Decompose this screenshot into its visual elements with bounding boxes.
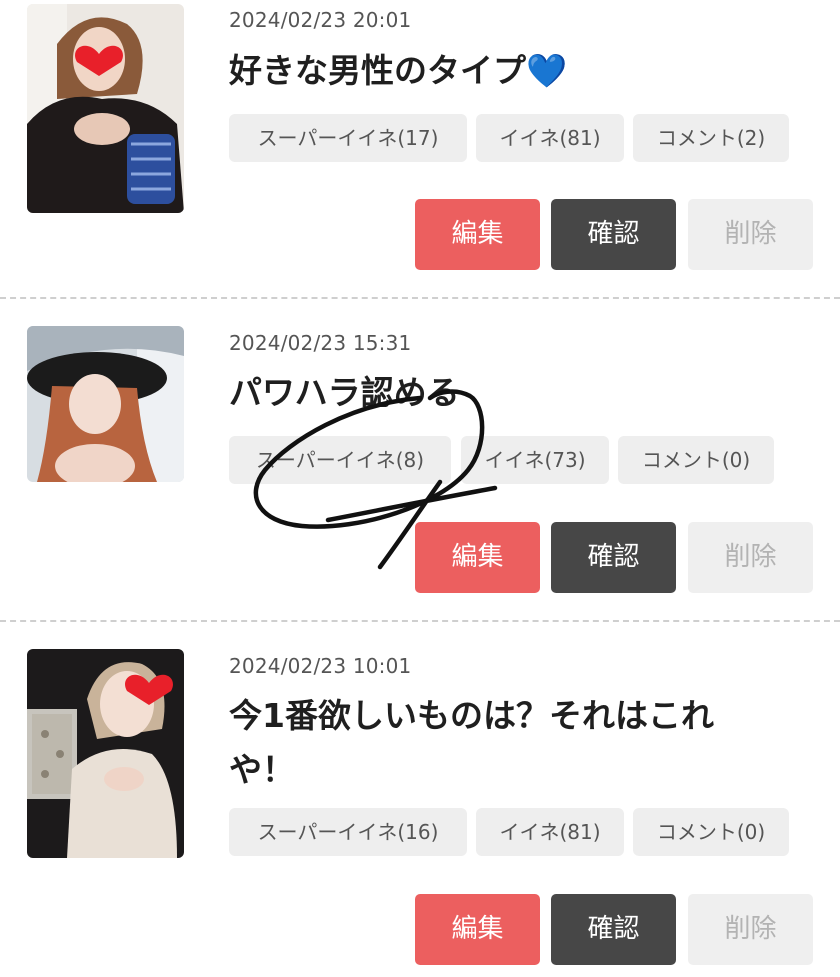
post-divider bbox=[0, 297, 840, 299]
post-date: 2024/02/23 10:01 bbox=[229, 654, 412, 678]
edit-button[interactable]: 編集 bbox=[415, 894, 540, 965]
confirm-button[interactable]: 確認 bbox=[551, 894, 676, 965]
post-title[interactable]: 好きな男性のタイプ💙 bbox=[229, 44, 789, 98]
comment-chip[interactable]: コメント(0) bbox=[618, 436, 774, 484]
edit-button[interactable]: 編集 bbox=[415, 522, 540, 593]
post-date: 2024/02/23 20:01 bbox=[229, 8, 412, 32]
post-thumbnail[interactable] bbox=[27, 4, 184, 213]
comment-chip[interactable]: コメント(0) bbox=[633, 808, 789, 856]
post-photo bbox=[27, 326, 184, 482]
post-title[interactable]: パワハラ認める bbox=[229, 366, 789, 420]
post-photo bbox=[27, 4, 184, 213]
post-divider bbox=[0, 620, 840, 622]
comment-chip[interactable]: コメント(2) bbox=[633, 114, 789, 162]
like-chip[interactable]: イイネ(81) bbox=[476, 114, 624, 162]
like-chip[interactable]: イイネ(73) bbox=[461, 436, 609, 484]
super-like-chip[interactable]: スーパーイイネ(17) bbox=[229, 114, 467, 162]
post-thumbnail[interactable] bbox=[27, 326, 184, 482]
post-photo bbox=[27, 649, 184, 858]
post-thumbnail[interactable] bbox=[27, 649, 184, 858]
confirm-button[interactable]: 確認 bbox=[551, 199, 676, 270]
super-like-chip[interactable]: スーパーイイネ(8) bbox=[229, 436, 451, 484]
delete-button[interactable]: 削除 bbox=[688, 199, 813, 270]
delete-button[interactable]: 削除 bbox=[688, 522, 813, 593]
confirm-button[interactable]: 確認 bbox=[551, 522, 676, 593]
post-title[interactable]: 今1番欲しいものは？それはこれや！ bbox=[229, 689, 759, 797]
super-like-chip[interactable]: スーパーイイネ(16) bbox=[229, 808, 467, 856]
post-date: 2024/02/23 15:31 bbox=[229, 331, 412, 355]
delete-button[interactable]: 削除 bbox=[688, 894, 813, 965]
like-chip[interactable]: イイネ(81) bbox=[476, 808, 624, 856]
edit-button[interactable]: 編集 bbox=[415, 199, 540, 270]
